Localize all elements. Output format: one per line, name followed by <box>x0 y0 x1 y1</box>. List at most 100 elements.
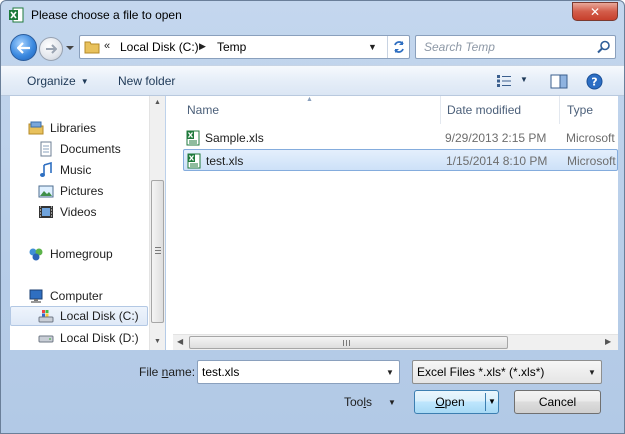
nav-label: Computer <box>50 289 103 303</box>
computer-icon <box>29 289 43 303</box>
nav-item-homegroup[interactable]: Homegroup <box>28 244 113 264</box>
breadcrumb-overflow[interactable]: « <box>104 40 110 52</box>
forward-button[interactable] <box>39 37 63 61</box>
videos-icon <box>39 206 53 218</box>
file-name: test.xls <box>206 154 244 168</box>
split-divider <box>485 393 486 411</box>
file-name-value[interactable]: test.xls <box>202 365 239 379</box>
forward-arrow-icon <box>46 44 57 54</box>
excel-file-icon <box>187 153 201 169</box>
column-separator[interactable] <box>559 96 560 124</box>
file-row[interactable]: Sample.xls 9/29/2013 2:15 PM Microsoft <box>183 127 618 149</box>
open-button[interactable]: Open ▼ <box>414 390 499 414</box>
nav-label: Local Disk (C:) <box>60 309 139 323</box>
scroll-down-icon[interactable]: ▼ <box>154 338 161 345</box>
chevron-down-icon[interactable]: ▼ <box>386 368 394 377</box>
file-type: Microsoft <box>566 131 615 145</box>
back-arrow-icon <box>16 41 30 54</box>
file-name-label: File name: <box>139 365 196 379</box>
nav-item-libraries[interactable]: Libraries <box>28 118 96 138</box>
homegroup-icon <box>29 248 43 261</box>
nav-label: Libraries <box>50 121 97 135</box>
nav-item-computer[interactable]: Computer <box>28 286 103 306</box>
window-title: Please choose a file to open <box>31 8 182 22</box>
scroll-right-icon[interactable]: ▶ <box>605 337 611 346</box>
nav-item-pictures[interactable]: Pictures <box>38 181 103 201</box>
new-folder-button[interactable]: New folder <box>118 74 175 88</box>
breadcrumb-local-disk-c[interactable]: Local Disk (C:) <box>120 40 199 54</box>
cancel-button[interactable]: Cancel <box>514 390 601 414</box>
open-file-dialog: Please choose a file to open ✕ « Local D… <box>0 0 625 434</box>
file-type-value: Excel Files *.xls* (*.xls*) <box>417 365 545 379</box>
nav-item-local-disk-c[interactable]: Local Disk (C:) <box>10 306 148 326</box>
preview-pane-icon[interactable] <box>550 74 568 89</box>
breadcrumb-separator-icon[interactable]: ▶ <box>199 41 206 52</box>
folder-icon <box>84 41 100 54</box>
scroll-left-icon[interactable]: ◀ <box>177 337 183 346</box>
grip-icon <box>343 340 351 346</box>
file-name-field[interactable]: test.xls ▼ <box>197 360 400 384</box>
file-list: ▲ Name Date modified Type Sample.xls 9/2… <box>166 96 618 350</box>
address-bar[interactable]: « Local Disk (C:) ▶ Temp ▼ <box>79 35 410 59</box>
close-button[interactable]: ✕ <box>572 2 618 21</box>
chevron-down-icon: ▼ <box>588 368 596 377</box>
file-date-modified: 9/29/2013 2:15 PM <box>445 131 547 145</box>
chevron-down-icon: ▼ <box>80 77 89 86</box>
nav-item-music[interactable]: Music <box>38 160 91 180</box>
refresh-button[interactable] <box>387 36 410 58</box>
documents-icon <box>40 141 52 157</box>
refresh-icon <box>394 41 404 53</box>
column-separator[interactable] <box>440 96 441 124</box>
organize-label: Organize <box>27 74 76 88</box>
nav-item-videos[interactable]: Videos <box>38 202 96 222</box>
nav-label: Documents <box>60 142 121 156</box>
column-header-name[interactable]: Name <box>187 103 219 123</box>
scrollbar-thumb[interactable] <box>189 336 508 349</box>
nav-label: Music <box>60 163 92 177</box>
file-type-select[interactable]: Excel Files *.xls* (*.xls*) ▼ <box>412 360 602 384</box>
view-options-icon[interactable] <box>496 74 512 88</box>
open-label: Open <box>435 395 465 409</box>
hard-drive-icon <box>38 335 54 343</box>
file-type: Microsoft <box>567 154 616 168</box>
nav-label: Local Disk (D:) <box>60 331 139 345</box>
excel-icon <box>9 7 24 23</box>
sort-ascending-icon: ▲ <box>306 96 313 103</box>
open-options-chevron-icon[interactable]: ▼ <box>488 391 496 413</box>
file-list-horizontal-scrollbar[interactable]: ◀ ▶ <box>173 334 618 350</box>
nav-label: Homegroup <box>50 247 113 261</box>
navigation-pane: Libraries Documents Music Pictures Video… <box>10 96 165 350</box>
search-input[interactable]: Search Temp <box>424 40 495 54</box>
file-name: Sample.xls <box>205 131 264 145</box>
search-box[interactable]: Search Temp <box>415 35 616 59</box>
column-header-date-modified[interactable]: Date modified <box>447 103 521 123</box>
nav-label: Pictures <box>60 184 104 198</box>
system-drive-icon <box>38 310 54 323</box>
navigation-scrollbar[interactable]: ▲ ▼ <box>149 96 165 350</box>
scroll-up-icon[interactable]: ▲ <box>154 99 161 106</box>
column-header-type[interactable]: Type <box>567 103 593 123</box>
tools-button[interactable]: Tools <box>344 395 372 409</box>
address-dropdown-icon[interactable]: ▼ <box>368 42 377 52</box>
excel-file-icon <box>186 130 200 146</box>
search-icon[interactable] <box>597 40 611 54</box>
help-icon[interactable]: ? <box>586 73 603 90</box>
tools-chevron-down-icon[interactable]: ▼ <box>388 398 396 407</box>
scrollbar-thumb[interactable] <box>151 180 164 323</box>
file-date-modified: 1/15/2014 8:10 PM <box>446 154 548 168</box>
nav-item-documents[interactable]: Documents <box>38 139 121 159</box>
back-button[interactable] <box>10 34 37 61</box>
nav-label: Videos <box>60 205 97 219</box>
nav-item-local-disk-d[interactable]: Local Disk (D:) <box>38 328 139 348</box>
command-toolbar: Organize ▼ New folder ▼ ? <box>1 65 624 96</box>
organize-button[interactable]: Organize ▼ <box>27 74 89 88</box>
navigation-bar: « Local Disk (C:) ▶ Temp ▼ Search Temp <box>1 31 624 61</box>
file-row-selected[interactable]: test.xls 1/15/2014 8:10 PM Microsoft <box>183 149 618 171</box>
title-bar: Please choose a file to open ✕ <box>1 1 624 31</box>
recent-pages-chevron-icon[interactable] <box>65 43 75 53</box>
breadcrumb-temp[interactable]: Temp <box>217 40 246 54</box>
svg-text:?: ? <box>591 76 597 89</box>
view-menu-chevron-icon[interactable]: ▼ <box>520 75 528 84</box>
music-icon <box>40 162 52 177</box>
grip-icon <box>155 247 161 254</box>
